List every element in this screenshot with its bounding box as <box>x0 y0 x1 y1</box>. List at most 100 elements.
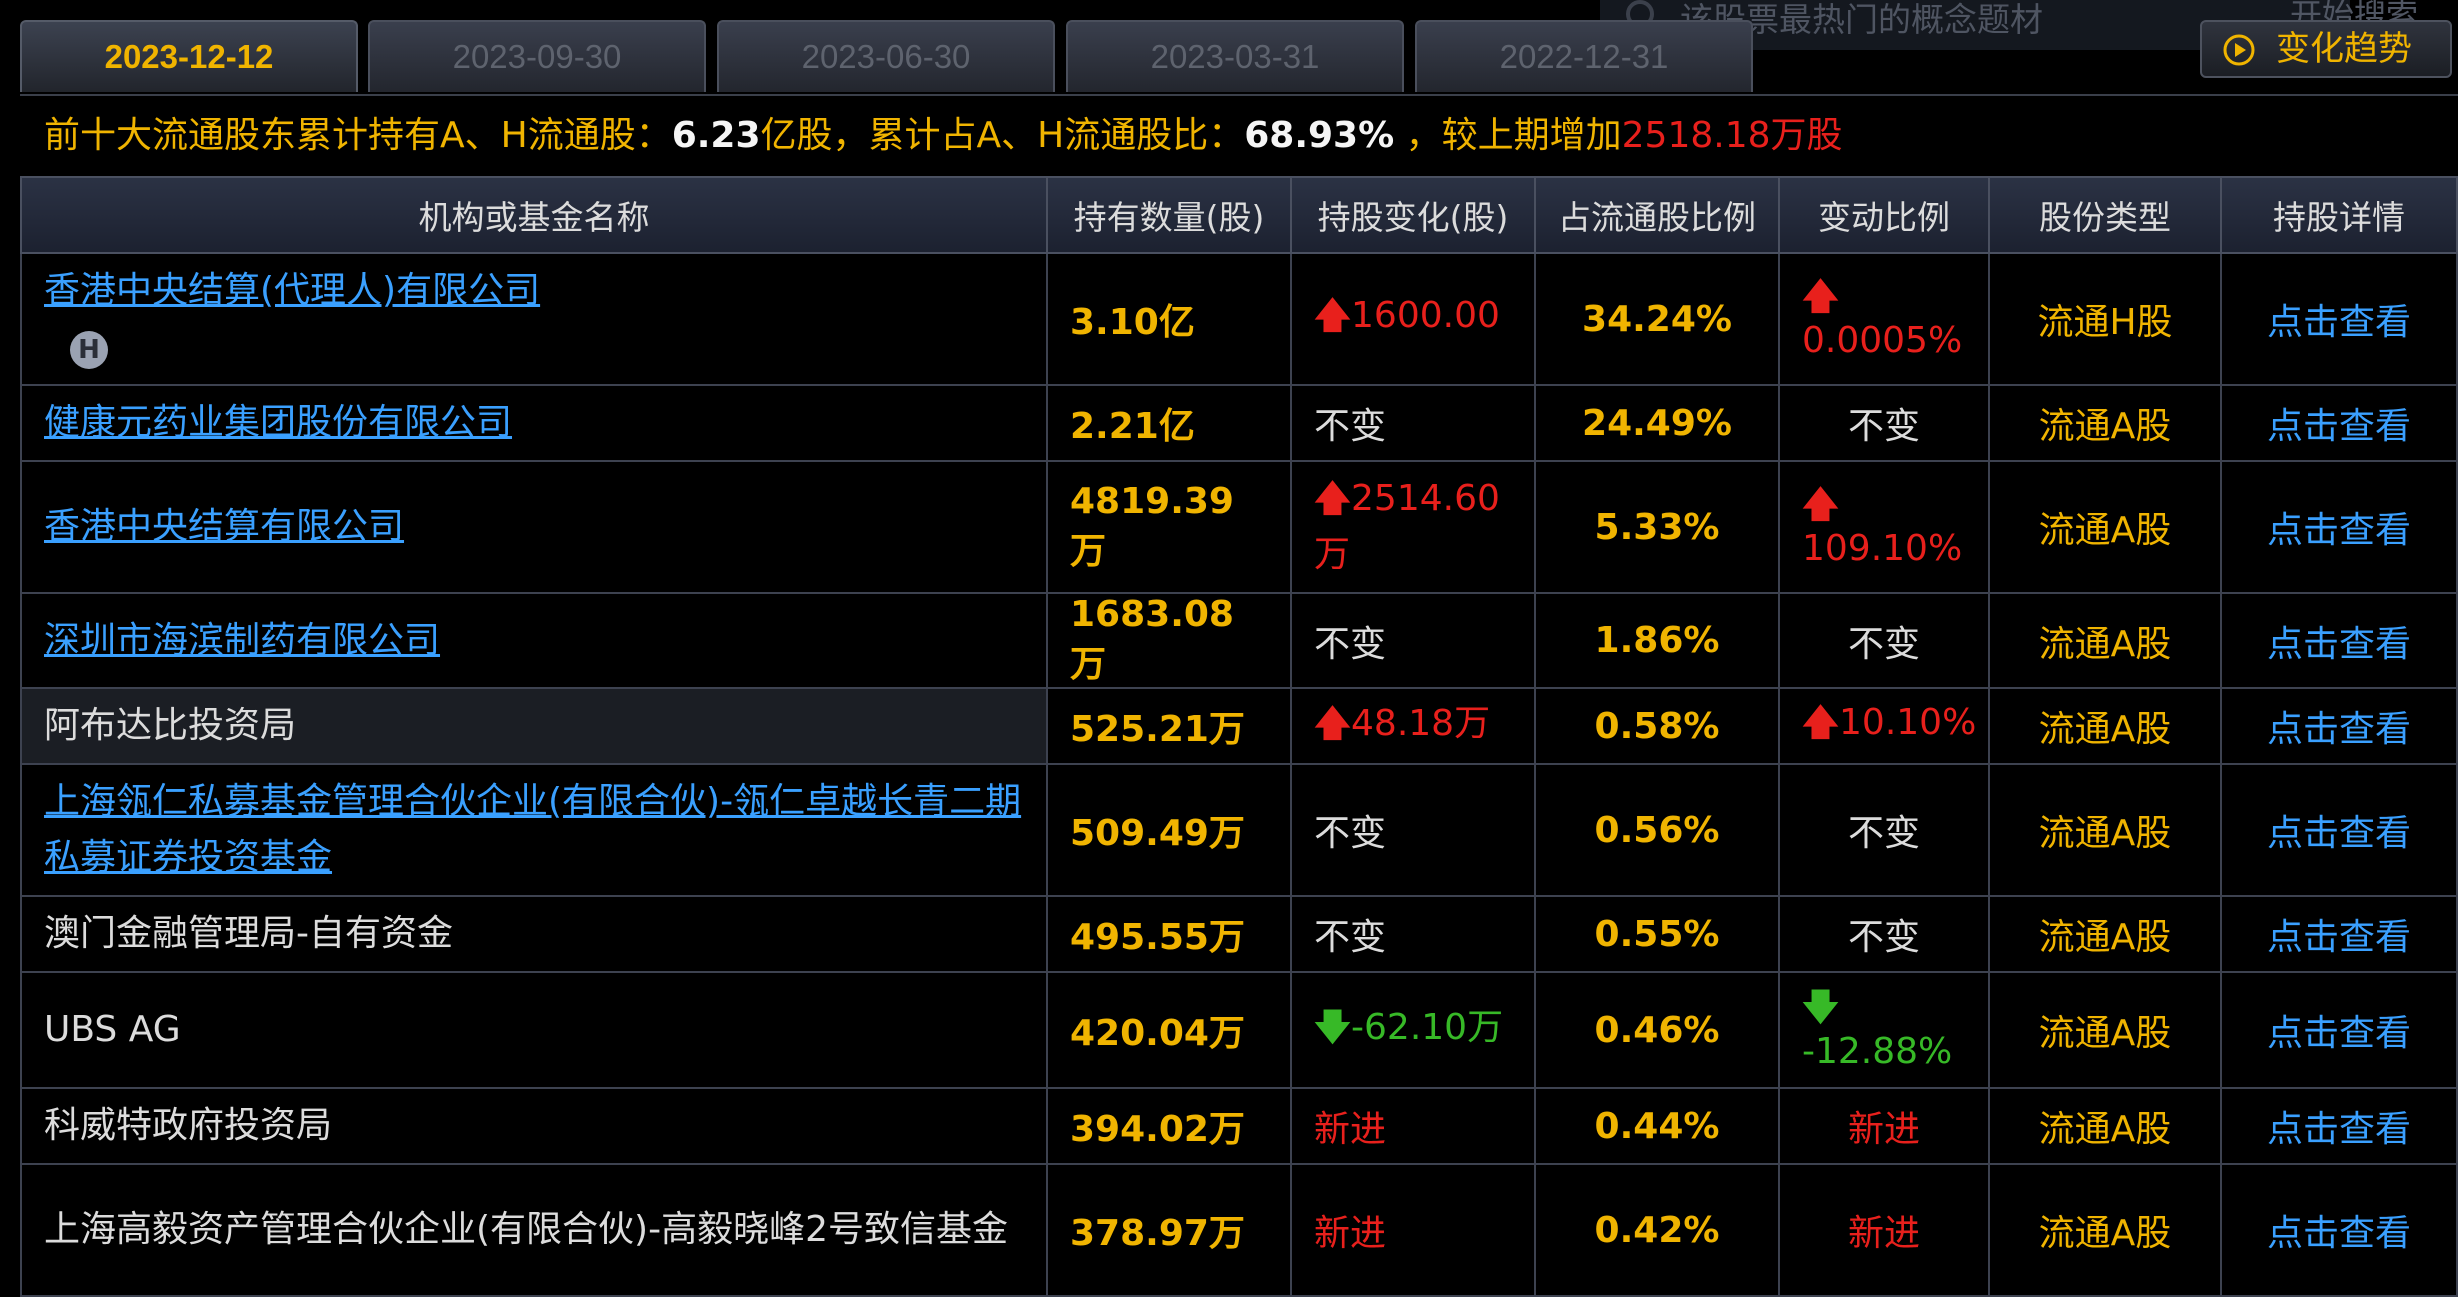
view-detail-link[interactable]: 点击查看 <box>2267 406 2411 447</box>
holding-qty: 4819.39万 <box>1046 460 1292 594</box>
holder-name: UBS AG <box>20 971 1048 1089</box>
holding-qty: 3.10亿 <box>1046 252 1292 386</box>
holder-name-link[interactable]: 深圳市海滨制药有限公司 <box>44 620 440 661</box>
table-row: 科威特政府投资局 394.02万 新进 0.44% 新进 流通A股 点击查看 <box>20 1087 2458 1165</box>
holding-change: 🡅48.18万 <box>1290 687 1536 765</box>
detail-cell: 点击查看 <box>2220 1087 2458 1165</box>
detail-cell: 点击查看 <box>2220 763 2458 897</box>
holding-change: 🡇-62.10万 <box>1290 971 1536 1089</box>
tab-2023-09-30[interactable]: 2023-09-30 <box>368 20 706 92</box>
view-detail-link[interactable]: 点击查看 <box>2267 1213 2411 1254</box>
summary-shares: 6.23 <box>671 115 761 156</box>
holding-change: 🡅2514.60万 <box>1290 460 1536 594</box>
holder-name-cell: 香港中央结算有限公司 <box>20 460 1048 594</box>
holding-change-value: 1600.00 <box>1351 294 1500 336</box>
float-pct: 24.49% <box>1534 384 1780 462</box>
table-row: 上海瓴仁私募基金管理合伙企业(有限合伙)-瓴仁卓越长青二期私募证券投资基金 50… <box>20 763 2458 897</box>
col-header-pct: 占流通股比例 <box>1534 176 1780 254</box>
arrow-up-icon: 🡅 <box>1802 276 1840 317</box>
share-type: 流通A股 <box>1988 460 2222 594</box>
detail-cell: 点击查看 <box>2220 971 2458 1089</box>
holding-change: 不变 <box>1290 763 1536 897</box>
arrow-down-icon: 🡇 <box>1802 987 1840 1028</box>
arrow-up-icon: 🡅 <box>1802 484 1840 525</box>
detail-cell: 点击查看 <box>2220 895 2458 973</box>
change-ratio: 🡇 -12.88% <box>1778 971 1990 1089</box>
share-type: 流通A股 <box>1988 971 2222 1089</box>
view-detail-link[interactable]: 点击查看 <box>2267 624 2411 665</box>
trend-button[interactable]: 变化趋势 <box>2200 20 2452 78</box>
change-ratio: 🡅 0.0005% <box>1778 252 1990 386</box>
holder-name-cell: 香港中央结算(代理人)有限公司 H <box>20 252 1048 386</box>
table-row: 上海高毅资产管理合伙企业(有限合伙)-高毅晓峰2号致信基金 378.97万 新进… <box>20 1163 2458 1297</box>
holding-change-value: 48.18万 <box>1351 703 1491 744</box>
change-ratio-value: 0.0005% <box>1802 320 1963 361</box>
h-share-badge: H <box>70 331 108 369</box>
holding-qty: 394.02万 <box>1046 1087 1292 1165</box>
holder-name-link[interactable]: 香港中央结算有限公司 <box>44 506 404 547</box>
holding-change: 新进 <box>1290 1163 1536 1297</box>
tab-2023-12-12[interactable]: 2023-12-12 <box>20 20 358 92</box>
arrow-up-icon: 🡅 <box>1314 478 1352 519</box>
detail-cell: 点击查看 <box>2220 384 2458 462</box>
detail-cell: 点击查看 <box>2220 592 2458 689</box>
holder-name-cell: 健康元药业集团股份有限公司 <box>20 384 1048 462</box>
view-detail-link[interactable]: 点击查看 <box>2267 813 2411 854</box>
view-detail-link[interactable]: 点击查看 <box>2267 1013 2411 1054</box>
holding-qty: 495.55万 <box>1046 895 1292 973</box>
view-detail-link[interactable]: 点击查看 <box>2267 510 2411 551</box>
tab-2022-12-31[interactable]: 2022-12-31 <box>1415 20 1753 92</box>
holder-name-link[interactable]: 健康元药业集团股份有限公司 <box>44 402 512 443</box>
holder-name-link[interactable]: 香港中央结算(代理人)有限公司 <box>44 270 540 311</box>
holding-change: 不变 <box>1290 592 1536 689</box>
summary-increase: 2518.18万股 <box>1621 115 1843 156</box>
summary-mid: ，较上期增加 <box>1394 115 1622 156</box>
detail-cell: 点击查看 <box>2220 687 2458 765</box>
share-type: 流通A股 <box>1988 1087 2222 1165</box>
change-ratio: 不变 <box>1778 895 1990 973</box>
change-ratio-value: 10.10% <box>1839 701 1977 743</box>
detail-cell: 点击查看 <box>2220 1163 2458 1297</box>
play-circle-icon <box>2223 34 2255 66</box>
holder-name-cell: 深圳市海滨制药有限公司 <box>20 592 1048 689</box>
tab-2023-06-30[interactable]: 2023-06-30 <box>717 20 1055 92</box>
holding-qty: 420.04万 <box>1046 971 1292 1089</box>
float-pct: 0.58% <box>1534 687 1780 765</box>
holder-name-cell: 上海瓴仁私募基金管理合伙企业(有限合伙)-瓴仁卓越长青二期私募证券投资基金 <box>20 763 1048 897</box>
change-ratio: 新进 <box>1778 1087 1990 1165</box>
share-type: 流通H股 <box>1988 252 2222 386</box>
view-detail-link[interactable]: 点击查看 <box>2267 1109 2411 1150</box>
tab-2023-03-31[interactable]: 2023-03-31 <box>1066 20 1404 92</box>
holder-name-link[interactable]: 上海瓴仁私募基金管理合伙企业(有限合伙)-瓴仁卓越长青二期私募证券投资基金 <box>44 781 1021 878</box>
top-holders-table: 机构或基金名称 持有数量(股) 持股变化(股) 占流通股比例 变动比例 股份类型… <box>20 176 2458 1297</box>
view-detail-link[interactable]: 点击查看 <box>2267 302 2411 343</box>
view-detail-link[interactable]: 点击查看 <box>2267 709 2411 750</box>
arrow-up-icon: 🡅 <box>1314 294 1352 336</box>
float-pct: 1.86% <box>1534 592 1780 689</box>
float-pct: 5.33% <box>1534 460 1780 594</box>
detail-cell: 点击查看 <box>2220 460 2458 594</box>
arrow-down-icon: 🡇 <box>1314 1007 1352 1048</box>
holding-change-value: -62.10万 <box>1351 1007 1504 1048</box>
holders-summary: 前十大流通股东累计持有A、H流通股：6.23亿股，累计占A、H流通股比：68.9… <box>20 94 2458 176</box>
float-pct: 0.44% <box>1534 1087 1780 1165</box>
summary-ratio: 68.93% <box>1244 115 1395 156</box>
date-tabs: 该股票最热门的概念题材 开始搜索 2023-12-12 2023-09-30 2… <box>0 0 2458 94</box>
table-row: 香港中央结算(代理人)有限公司 H 3.10亿 🡅1600.00 34.24% … <box>20 252 2458 386</box>
change-ratio: 🡅10.10% <box>1778 687 1990 765</box>
detail-cell: 点击查看 <box>2220 252 2458 386</box>
float-pct: 34.24% <box>1534 252 1780 386</box>
trend-label: 变化趋势 <box>2276 29 2412 69</box>
holding-qty: 509.49万 <box>1046 763 1292 897</box>
change-ratio-value: -12.88% <box>1802 1031 1953 1072</box>
holding-qty: 525.21万 <box>1046 687 1292 765</box>
holding-change: 🡅1600.00 <box>1290 252 1536 386</box>
table-header-row: 机构或基金名称 持有数量(股) 持股变化(股) 占流通股比例 变动比例 股份类型… <box>20 176 2458 254</box>
holder-name: 科威特政府投资局 <box>20 1087 1048 1165</box>
view-detail-link[interactable]: 点击查看 <box>2267 917 2411 958</box>
holding-qty: 2.21亿 <box>1046 384 1292 462</box>
share-type: 流通A股 <box>1988 763 2222 897</box>
change-ratio: 新进 <box>1778 1163 1990 1297</box>
float-pct: 0.56% <box>1534 763 1780 897</box>
share-type: 流通A股 <box>1988 895 2222 973</box>
